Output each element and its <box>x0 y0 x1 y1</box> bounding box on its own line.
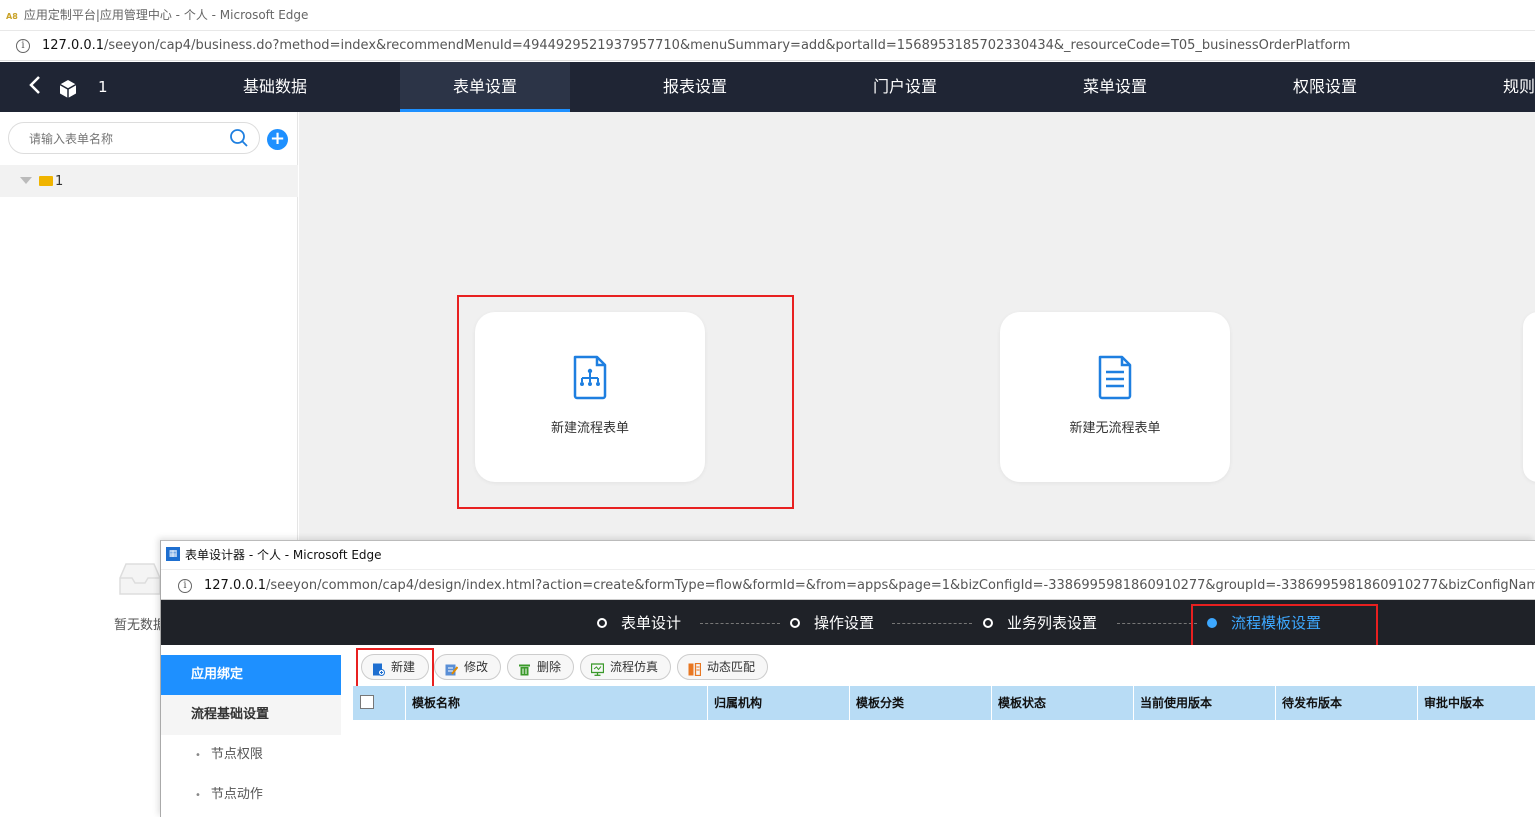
step-form-design[interactable]: 表单设计 <box>597 612 681 634</box>
column-header[interactable]: 模板名称 <box>405 686 707 720</box>
button-label: 修改 <box>464 660 489 674</box>
search-input[interactable] <box>29 129 219 149</box>
browser-title-bar: A8 应用定制平台|应用管理中心 - 个人 - Microsoft Edge <box>0 0 1535 31</box>
column-header[interactable]: 当前使用版本 <box>1133 686 1275 720</box>
back-arrow-icon[interactable] <box>28 74 48 100</box>
step-connector <box>1117 623 1197 624</box>
nav-menu-settings[interactable]: 菜单设置 <box>1030 62 1200 112</box>
nav-permission-settings[interactable]: 权限设置 <box>1240 62 1410 112</box>
tree-item-label: 1 <box>55 174 64 189</box>
flow-simulation-button[interactable]: 流程仿真 <box>580 654 671 680</box>
step-operation-settings[interactable]: 操作设置 <box>790 612 874 634</box>
popup-title-bar: 表单设计器 - 个人 - Microsoft Edge <box>161 541 1535 569</box>
card-label: 新建无流程表单 <box>1069 421 1161 436</box>
url-path: /seeyon/cap4/business.do?method=index&re… <box>104 38 1351 53</box>
select-all-checkbox[interactable] <box>360 695 374 709</box>
button-label: 流程仿真 <box>610 660 659 674</box>
app-icon: ▦ <box>166 547 180 561</box>
app-favicon-icon: A8 <box>6 12 18 21</box>
search-field[interactable] <box>8 122 260 154</box>
monitor-icon <box>590 660 605 676</box>
step-connector <box>892 623 972 624</box>
column-header[interactable]: 模板分类 <box>849 686 991 720</box>
nav-report-settings[interactable]: 报表设置 <box>610 62 780 112</box>
url-host: 127.0.0.1 <box>42 38 105 53</box>
side-item-app-binding[interactable]: 应用绑定 <box>161 655 341 695</box>
side-item-flow-basic[interactable]: 流程基础设置 <box>161 695 341 735</box>
folder-icon <box>39 176 53 186</box>
step-label: 操作设置 <box>814 614 875 632</box>
column-header[interactable]: 审批中版本 <box>1417 686 1535 720</box>
delete-button[interactable]: 删除 <box>507 654 574 680</box>
address-bar[interactable]: i 127.0.0.1/seeyon/cap4/business.do?metho… <box>0 31 1535 61</box>
empty-box-icon <box>118 560 162 596</box>
new-formless-card[interactable]: 新建无流程表单 <box>1000 312 1230 482</box>
nav-rules[interactable]: 规则 <box>1450 62 1535 112</box>
cube-icon <box>58 79 78 99</box>
info-icon[interactable]: i <box>16 38 30 53</box>
step-dot-icon <box>597 617 607 628</box>
step-connector <box>700 623 780 624</box>
trash-icon <box>518 660 531 676</box>
step-dot-icon <box>983 617 993 628</box>
nav-portal-settings[interactable]: 门户设置 <box>820 62 990 112</box>
column-header[interactable]: 待发布版本 <box>1275 686 1417 720</box>
match-icon <box>688 660 702 677</box>
popup-address-bar[interactable]: i 127.0.0.1/seeyon/common/cap4/design/ind… <box>161 569 1535 600</box>
button-label: 删除 <box>537 660 562 674</box>
add-icon[interactable]: + <box>267 129 288 150</box>
column-header[interactable]: 模板状态 <box>991 686 1133 720</box>
url-host: 127.0.0.1 <box>204 578 267 593</box>
side-item-node-action[interactable]: 节点动作 <box>161 775 341 815</box>
app-number: 1 <box>98 78 108 96</box>
search-icon[interactable] <box>229 128 249 148</box>
url-path: /seeyon/common/cap4/design/index.html?ac… <box>266 578 1535 593</box>
step-business-list[interactable]: 业务列表设置 <box>983 612 1097 634</box>
step-dot-icon <box>790 617 800 628</box>
edit-icon <box>445 660 459 676</box>
document-icon <box>1098 355 1132 400</box>
highlight-box <box>457 295 794 509</box>
step-label: 业务列表设置 <box>1007 614 1098 632</box>
nav-basic-data[interactable]: 基础数据 <box>190 62 360 112</box>
popup-title: 表单设计器 - 个人 - Microsoft Edge <box>185 548 382 562</box>
column-header[interactable]: 归属机构 <box>707 686 849 720</box>
empty-state-label: 暂无数据 <box>114 618 167 633</box>
side-item-node-permission[interactable]: 节点权限 <box>161 735 341 775</box>
partial-card[interactable] <box>1523 312 1535 482</box>
highlight-box <box>356 648 434 691</box>
dynamic-match-button[interactable]: 动态匹配 <box>677 654 768 680</box>
step-label: 表单设计 <box>621 614 682 632</box>
browser-title: 应用定制平台|应用管理中心 - 个人 - Microsoft Edge <box>23 8 309 22</box>
edit-button[interactable]: 修改 <box>434 654 501 680</box>
info-icon[interactable]: i <box>178 578 192 593</box>
button-label: 动态匹配 <box>707 660 756 674</box>
nav-form-settings[interactable]: 表单设置 <box>400 62 570 112</box>
expand-arrow-icon[interactable] <box>20 177 32 184</box>
